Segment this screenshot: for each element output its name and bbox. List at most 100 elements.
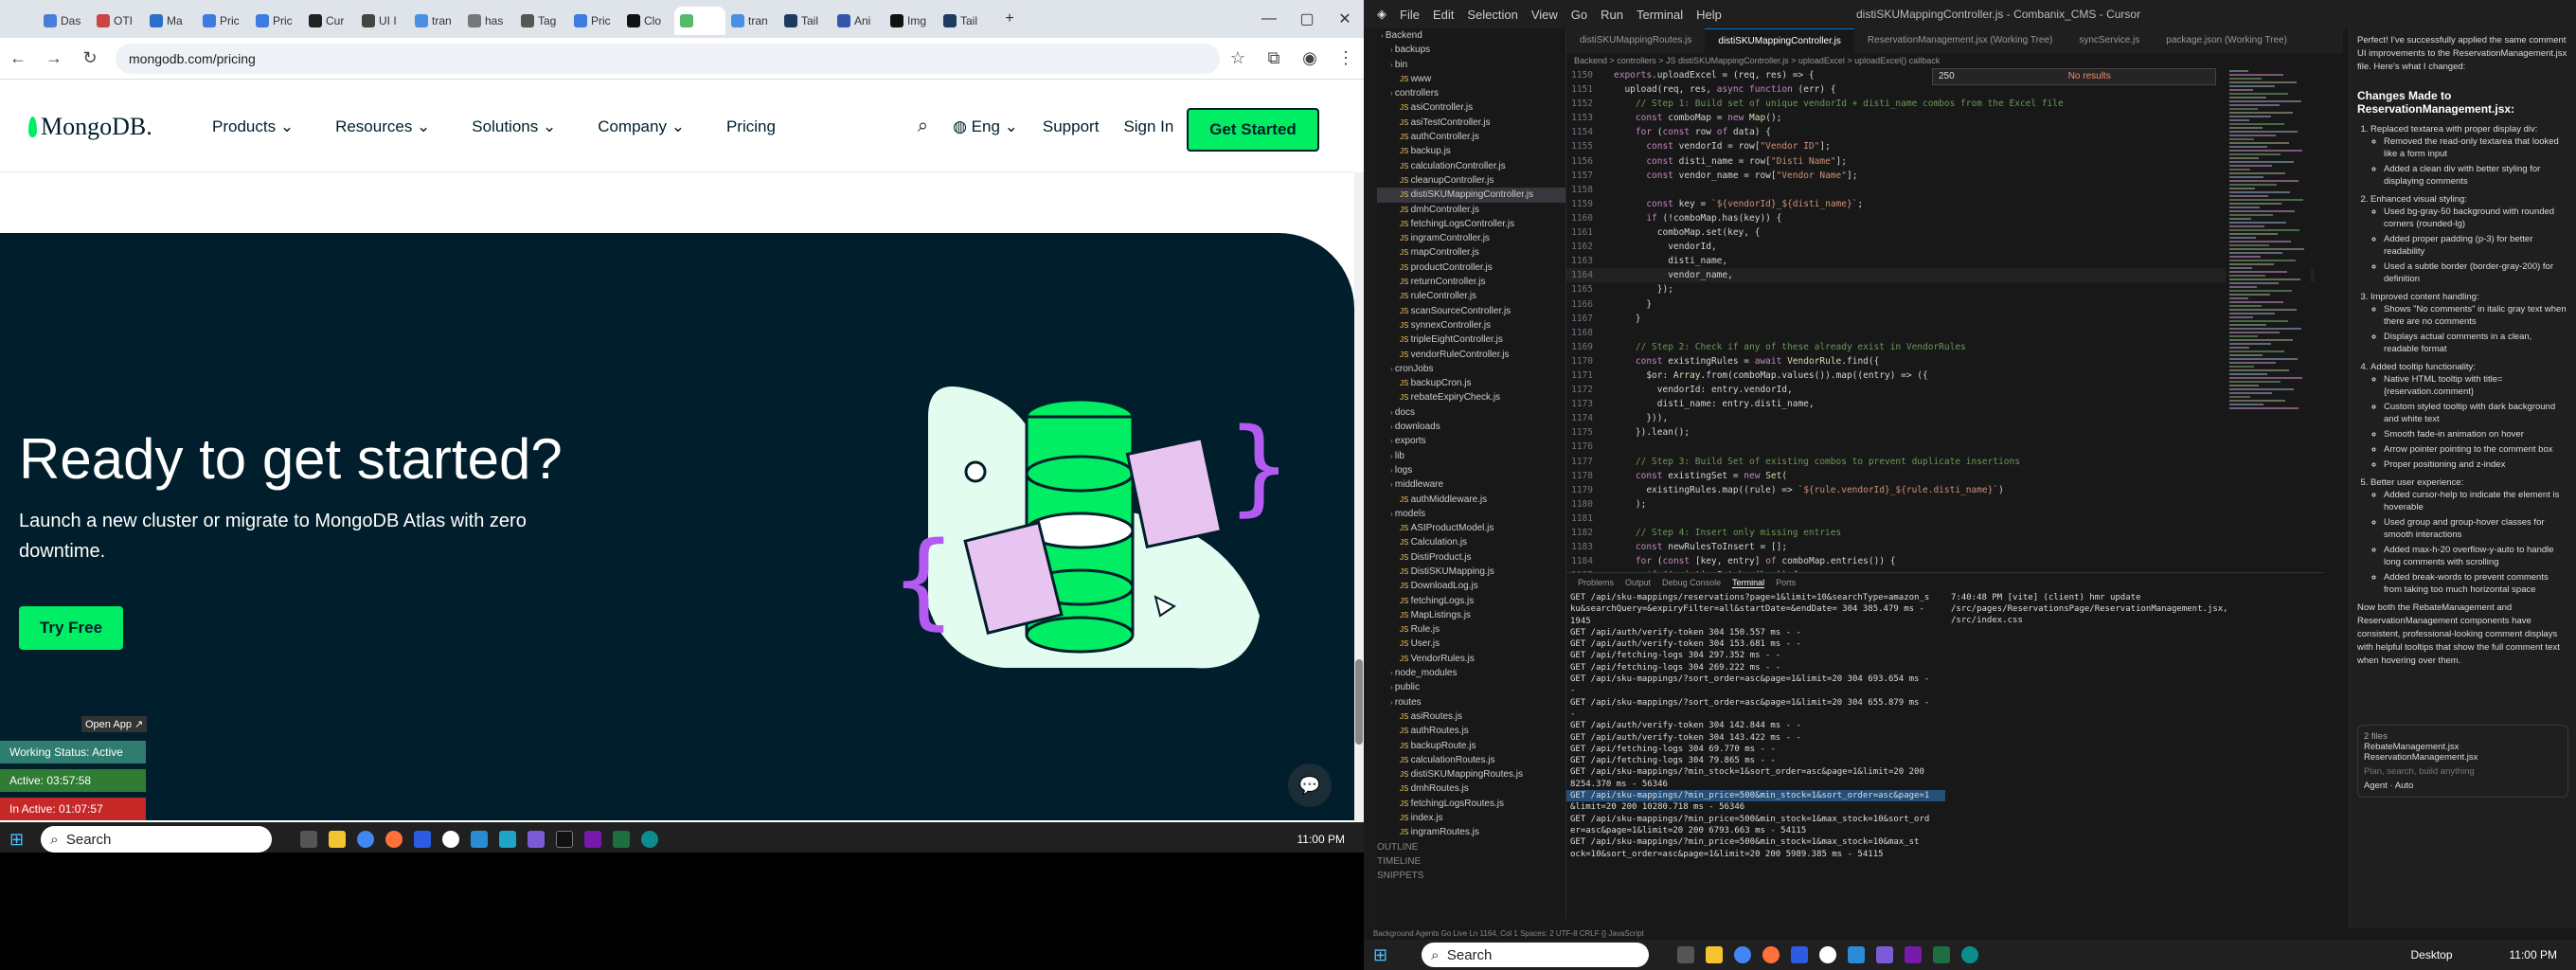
browser-tab[interactable]: tran bbox=[409, 7, 462, 35]
mongodb-logo[interactable]: MongoDB. bbox=[28, 113, 170, 141]
explorer-file[interactable]: JS mapController.js bbox=[1377, 245, 1565, 260]
excel-icon[interactable] bbox=[613, 831, 631, 848]
reload-icon[interactable]: ↻ bbox=[72, 48, 108, 68]
editor-tab[interactable]: package.json (Working Tree) bbox=[2153, 28, 2300, 53]
taskbar-search[interactable]: ⌕ Search bbox=[41, 826, 273, 853]
forward-icon[interactable]: → bbox=[36, 48, 72, 68]
explorer-folder[interactable]: › Backend bbox=[1377, 28, 1565, 43]
changed-file[interactable]: ReservationManagement.jsx bbox=[2364, 752, 2562, 763]
explorer-file[interactable]: JS cleanupController.js bbox=[1377, 173, 1565, 188]
find-input[interactable]: 250 bbox=[1939, 71, 1955, 81]
changed-files-count[interactable]: 2 files bbox=[2364, 731, 2562, 742]
file-explorer-icon[interactable] bbox=[329, 831, 347, 848]
explorer-file[interactable]: JS synnexController.js bbox=[1377, 318, 1565, 332]
explorer-folder[interactable]: › public bbox=[1377, 680, 1565, 694]
browser-tab[interactable]: Pric bbox=[250, 7, 303, 35]
panel-tab[interactable]: Terminal bbox=[1732, 578, 1765, 588]
panel-tab[interactable]: Debug Console bbox=[1662, 578, 1721, 587]
app-icon[interactable] bbox=[471, 831, 489, 848]
explorer-file[interactable]: JS authController.js bbox=[1377, 130, 1565, 144]
changed-file[interactable]: RebateManagement.jsx bbox=[2364, 742, 2562, 752]
excel-icon[interactable] bbox=[1933, 946, 1951, 963]
windows-start-icon[interactable]: ⊞ bbox=[9, 830, 24, 850]
explorer-file[interactable]: JS backupCron.js bbox=[1377, 376, 1565, 390]
explorer-file[interactable]: JS ingramRoutes.js bbox=[1377, 825, 1565, 839]
firefox-icon[interactable] bbox=[1762, 946, 1780, 963]
terminal-panel[interactable]: Problems Output Debug Console Terminal Ports… bbox=[1566, 572, 2324, 925]
profile-icon[interactable]: ◉ bbox=[1292, 48, 1328, 68]
explorer-file[interactable]: JS DistiProduct.js bbox=[1377, 550, 1565, 565]
explorer-folder[interactable]: › lib bbox=[1377, 449, 1565, 463]
browser-tab[interactable]: Ani bbox=[832, 7, 885, 35]
find-widget[interactable]: 250 No results bbox=[1932, 68, 2216, 85]
browser-tab[interactable]: Das bbox=[38, 7, 91, 35]
explorer-folder[interactable]: › exports bbox=[1377, 434, 1565, 448]
explorer-file[interactable]: JS vendorRuleController.js bbox=[1377, 348, 1565, 362]
desktop-label[interactable]: Desktop bbox=[2410, 948, 2452, 961]
get-started-button[interactable]: Get Started bbox=[1187, 108, 1319, 152]
explorer-file[interactable]: JS dmhRoutes.js bbox=[1377, 781, 1565, 796]
back-icon[interactable]: ← bbox=[0, 48, 36, 68]
signin-link[interactable]: Sign In bbox=[1123, 117, 1173, 136]
browser-tab[interactable]: tran bbox=[725, 7, 778, 35]
explorer-file[interactable]: JS returnController.js bbox=[1377, 275, 1565, 289]
explorer-file[interactable]: JS Calculation.js bbox=[1377, 535, 1565, 549]
sidebar-section-header[interactable]: SNIPPETS bbox=[1377, 869, 1565, 883]
firefox-icon[interactable] bbox=[385, 831, 403, 848]
menu-go[interactable]: Go bbox=[1571, 8, 1587, 22]
browser-tab[interactable]: Ma bbox=[144, 7, 197, 35]
explorer-folder[interactable]: › backups bbox=[1377, 43, 1565, 57]
explorer-file[interactable]: JS scanSourceController.js bbox=[1377, 304, 1565, 318]
chrome-icon[interactable] bbox=[1734, 946, 1752, 963]
explorer-folder[interactable]: › middleware bbox=[1377, 477, 1565, 492]
taskview-icon[interactable] bbox=[300, 831, 318, 848]
explorer-folder[interactable]: › downloads bbox=[1377, 420, 1565, 434]
editor-tab[interactable]: ReservationManagement.jsx (Working Tree) bbox=[1854, 28, 2066, 53]
explorer-file[interactable]: JS ASIProductModel.js bbox=[1377, 521, 1565, 535]
explorer-file[interactable]: JS www bbox=[1377, 72, 1565, 86]
explorer-file[interactable]: JS DistiSKUMapping.js bbox=[1377, 565, 1565, 579]
browser-tab[interactable]: Pric bbox=[197, 7, 250, 35]
explorer-folder[interactable]: › controllers bbox=[1377, 86, 1565, 100]
new-tab-icon[interactable]: + bbox=[991, 10, 1029, 27]
language-selector[interactable]: ◍ Eng ⌄ bbox=[953, 117, 1018, 136]
explorer-file[interactable]: JS DownloadLog.js bbox=[1377, 579, 1565, 593]
explorer-file[interactable]: JS index.js bbox=[1377, 811, 1565, 825]
nav-products[interactable]: Products ⌄ bbox=[212, 117, 294, 136]
app-icon[interactable] bbox=[1876, 946, 1894, 963]
explorer-file[interactable]: JS ingramController.js bbox=[1377, 231, 1565, 245]
explorer-file[interactable]: JS authMiddleware.js bbox=[1377, 493, 1565, 507]
support-link[interactable]: Support bbox=[1043, 117, 1100, 136]
chrome-icon[interactable] bbox=[357, 831, 375, 848]
nav-solutions[interactable]: Solutions ⌄ bbox=[472, 117, 556, 136]
editor-tab[interactable]: syncService.js bbox=[2066, 28, 2153, 53]
explorer-folder[interactable]: › routes bbox=[1377, 695, 1565, 710]
menu-selection[interactable]: Selection bbox=[1467, 8, 1517, 22]
agent-mode[interactable]: Agent bbox=[2364, 781, 2388, 791]
explorer-file[interactable]: JS backupRoute.js bbox=[1377, 739, 1565, 753]
explorer-file[interactable]: JS distiSKUMappingController.js bbox=[1377, 188, 1565, 203]
nav-pricing[interactable]: Pricing bbox=[726, 117, 776, 136]
explorer-file[interactable]: JS backup.js bbox=[1377, 144, 1565, 158]
extensions-icon[interactable]: ⧉ bbox=[1256, 48, 1292, 68]
explorer-file[interactable]: JS asiTestController.js bbox=[1377, 116, 1565, 130]
panel-tab[interactable]: Ports bbox=[1776, 578, 1796, 587]
explorer-file[interactable]: JS fetchingLogsRoutes.js bbox=[1377, 797, 1565, 811]
chat-input[interactable]: Plan, search, build anything bbox=[2364, 766, 2562, 777]
browser-tab[interactable]: UI I bbox=[356, 7, 409, 35]
explorer-folder[interactable]: › cronJobs bbox=[1377, 362, 1565, 376]
menu-file[interactable]: File bbox=[1400, 8, 1420, 22]
browser-tab[interactable]: Img bbox=[885, 7, 938, 35]
onenote-icon[interactable] bbox=[584, 831, 602, 848]
panel-tab[interactable]: Output bbox=[1625, 578, 1651, 587]
explorer-file[interactable]: JS ruleController.js bbox=[1377, 289, 1565, 303]
file-explorer-icon[interactable] bbox=[1706, 946, 1724, 963]
zoom-icon[interactable] bbox=[414, 831, 432, 848]
explorer-file[interactable]: JS dmhController.js bbox=[1377, 203, 1565, 217]
explorer-file[interactable]: JS Rule.js bbox=[1377, 622, 1565, 637]
explorer-folder[interactable]: › docs bbox=[1377, 405, 1565, 420]
explorer-file[interactable]: JS calculationController.js bbox=[1377, 159, 1565, 173]
editor-tab[interactable]: distiSKUMappingRoutes.js bbox=[1566, 28, 1705, 53]
explorer-folder[interactable]: › bin bbox=[1377, 58, 1565, 72]
taskbar-search[interactable]: ⌕ Search bbox=[1422, 943, 1650, 967]
